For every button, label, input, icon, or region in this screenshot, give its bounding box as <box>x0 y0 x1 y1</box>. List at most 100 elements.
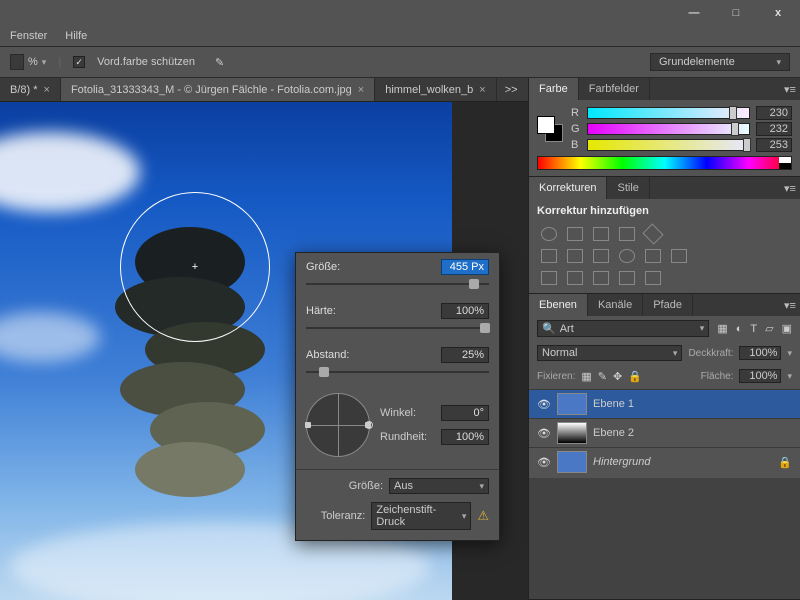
window-maximize-button[interactable]: □ <box>722 4 750 22</box>
menu-fenster[interactable]: Fenster <box>10 30 47 42</box>
visibility-icon[interactable]: 👁 <box>537 427 551 440</box>
posterize-icon[interactable] <box>567 271 583 285</box>
warning-icon: ⚠ <box>477 508 489 524</box>
layer-name[interactable]: Hintergrund <box>593 456 772 468</box>
lock-all-icon[interactable]: 🔒 <box>628 370 642 383</box>
photo-filter-icon[interactable] <box>619 249 635 263</box>
channel-r-slider[interactable] <box>587 107 750 119</box>
layer-row[interactable]: 👁 Hintergrund 🔒 <box>529 447 800 476</box>
brush-hardness-label: Härte: <box>306 305 336 317</box>
visibility-icon[interactable]: 👁 <box>537 456 551 469</box>
lookup-icon[interactable] <box>671 249 687 263</box>
filter-pixel-icon[interactable]: ▦ <box>717 322 727 335</box>
tab-kanale[interactable]: Kanäle <box>588 294 643 316</box>
close-icon[interactable]: × <box>479 84 485 96</box>
tab-ebenen[interactable]: Ebenen <box>529 294 588 316</box>
channel-g-slider[interactable] <box>587 123 750 135</box>
threshold-icon[interactable] <box>593 271 609 285</box>
menu-hilfe[interactable]: Hilfe <box>65 30 87 42</box>
brush-cursor-icon <box>120 192 270 342</box>
layer-filter-select[interactable]: 🔍Art▾ <box>537 320 709 337</box>
lock-icon[interactable]: 🔒 <box>778 456 792 469</box>
tablet-pressure-icon[interactable]: ✎ <box>215 56 224 69</box>
window-close-button[interactable]: x <box>764 4 792 22</box>
panel-menu-icon[interactable]: ▾≡ <box>780 78 800 100</box>
fill-input[interactable]: 100% <box>739 369 781 383</box>
curves-icon[interactable] <box>593 227 609 241</box>
channel-g-input[interactable]: 232 <box>756 122 792 136</box>
chevron-down-icon[interactable]: ▾ <box>787 348 792 359</box>
chevron-down-icon[interactable]: ▾ <box>787 371 792 382</box>
workspace-selector[interactable]: Grundelemente ▾ <box>650 53 790 71</box>
brush-spacing-slider[interactable] <box>306 365 489 379</box>
brush-hardness-input[interactable]: 100% <box>441 303 489 319</box>
brightness-icon[interactable] <box>541 227 557 241</box>
brush-angle-input[interactable]: 0° <box>441 405 489 421</box>
balance-icon[interactable] <box>567 249 583 263</box>
protect-foreground-checkbox[interactable]: ✓ <box>73 56 85 68</box>
color-spectrum[interactable] <box>537 156 792 170</box>
panel-menu-icon[interactable]: ▾≡ <box>780 294 800 316</box>
layer-name[interactable]: Ebene 1 <box>593 398 792 410</box>
filter-smart-icon[interactable]: ▣ <box>782 322 792 335</box>
layer-thumbnail[interactable] <box>557 451 587 473</box>
tab-farbe[interactable]: Farbe <box>529 78 579 100</box>
document-tab-2[interactable]: Fotolia_31333343_M - © Jürgen Fälchle - … <box>61 78 375 101</box>
hue-icon[interactable] <box>541 249 557 263</box>
adjustments-header: Korrektur hinzufügen <box>529 199 800 223</box>
vibrance-icon[interactable] <box>642 223 663 244</box>
layer-thumbnail[interactable] <box>557 422 587 444</box>
layer-row[interactable]: 👁 Ebene 2 <box>529 418 800 447</box>
channel-b-slider[interactable] <box>587 139 750 151</box>
brush-size-slider[interactable] <box>306 277 489 291</box>
channel-mixer-icon[interactable] <box>645 249 661 263</box>
flow-input[interactable] <box>10 54 24 70</box>
filter-type-icon[interactable]: T <box>750 323 757 335</box>
lock-pixels-icon[interactable]: ✎ <box>598 370 607 383</box>
tab-korrekturen[interactable]: Korrekturen <box>529 177 607 199</box>
channel-b-input[interactable]: 253 <box>756 138 792 152</box>
document-tab-label: B/8) * <box>10 84 38 96</box>
layer-thumbnail[interactable] <box>557 393 587 415</box>
exposure-icon[interactable] <box>619 227 635 241</box>
layer-name[interactable]: Ebene 2 <box>593 427 792 439</box>
lock-position-icon[interactable]: ✥ <box>613 370 622 383</box>
brush-size-input[interactable]: 455 Px <box>441 259 489 275</box>
invert-icon[interactable] <box>541 271 557 285</box>
blend-mode-select[interactable]: Normal▾ <box>537 345 682 361</box>
filter-adjust-icon[interactable]: ◐ <box>736 323 743 335</box>
bw-icon[interactable] <box>593 249 609 263</box>
layer-row[interactable]: 👁 Ebene 1 <box>529 389 800 418</box>
lock-transparency-icon[interactable]: ▦ <box>581 370 591 383</box>
panel-menu-icon[interactable]: ▾≡ <box>780 177 800 199</box>
document-tab-3[interactable]: himmel_wolken_b × <box>375 78 496 101</box>
filter-shape-icon[interactable]: ▱ <box>765 322 773 335</box>
brush-roundness-input[interactable]: 100% <box>441 429 489 445</box>
brush-hardness-slider[interactable] <box>306 321 489 335</box>
brush-angle-control[interactable] <box>306 393 370 457</box>
brush-size-control-label: Größe: <box>349 480 383 492</box>
opacity-input[interactable]: 100% <box>739 346 781 360</box>
workspace-label: Grundelemente <box>659 56 735 68</box>
tab-pfade[interactable]: Pfade <box>643 294 693 316</box>
brush-tolerance-select[interactable]: Zeichenstift-Druck▾ <box>371 502 471 530</box>
gradient-map-icon[interactable] <box>619 271 635 285</box>
close-icon[interactable]: × <box>358 84 364 96</box>
document-tab-1[interactable]: B/8) * × <box>0 78 61 101</box>
tab-overflow-button[interactable]: >> <box>497 78 526 101</box>
chevron-down-icon[interactable]: ▾ <box>42 57 47 68</box>
canvas-area[interactable]: Größe: 455 Px Härte: 100% Abstand: 25% W… <box>0 102 528 600</box>
color-swatch[interactable] <box>537 116 563 142</box>
tab-stile[interactable]: Stile <box>607 177 649 199</box>
flow-percent[interactable]: % ▾ <box>10 54 46 70</box>
opacity-label: Deckkraft: <box>688 348 733 359</box>
levels-icon[interactable] <box>567 227 583 241</box>
visibility-icon[interactable]: 👁 <box>537 398 551 411</box>
tab-farbfelder[interactable]: Farbfelder <box>579 78 650 100</box>
close-icon[interactable]: × <box>44 84 50 96</box>
selective-color-icon[interactable] <box>645 271 661 285</box>
channel-r-input[interactable]: 230 <box>756 106 792 120</box>
window-minimize-button[interactable]: — <box>680 4 708 22</box>
brush-size-control-select[interactable]: Aus▾ <box>389 478 489 494</box>
brush-spacing-input[interactable]: 25% <box>441 347 489 363</box>
